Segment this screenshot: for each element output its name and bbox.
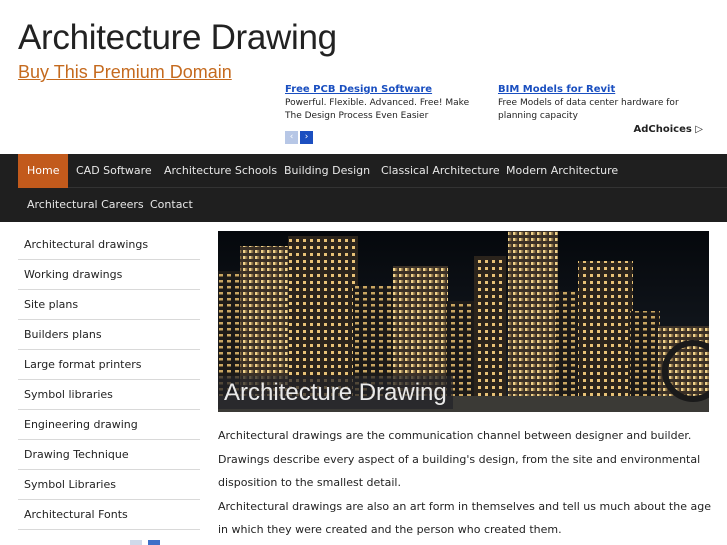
nav-item-building-design[interactable]: Building Design bbox=[275, 154, 379, 188]
sidebar-item-symbol-libraries-2[interactable]: Symbol Libraries bbox=[18, 470, 200, 500]
sidebar-item-builders-plans[interactable]: Builders plans bbox=[18, 320, 200, 350]
hero-caption: Architecture Drawing bbox=[218, 376, 453, 409]
article-body: Architectural drawings are the communica… bbox=[218, 424, 713, 542]
ad-unit: BIM Models for Revit Free Models of data… bbox=[498, 83, 712, 122]
chevron-right-icon[interactable]: › bbox=[300, 131, 313, 144]
ad-unit: Free PCB Design Software Powerful. Flexi… bbox=[285, 83, 485, 122]
nav-item-modern-architecture[interactable]: Modern Architecture bbox=[497, 154, 627, 188]
sidebar-item-architectural-fonts[interactable]: Architectural Fonts bbox=[18, 500, 200, 530]
sidebar-item-symbol-libraries[interactable]: Symbol libraries bbox=[18, 380, 200, 410]
adchoices-label: AdChoices bbox=[633, 124, 692, 135]
nav-item-classical-architecture[interactable]: Classical Architecture bbox=[372, 154, 509, 188]
sidebar-item-working-drawings[interactable]: Working drawings bbox=[18, 260, 200, 290]
adchoices-icon: ▷ bbox=[695, 124, 703, 135]
ad-title-link[interactable]: Free PCB Design Software bbox=[285, 83, 485, 96]
sidebar-ad-icon bbox=[130, 540, 142, 545]
article-paragraph: Architectural drawings are the communica… bbox=[218, 429, 701, 489]
adchoices-link[interactable]: AdChoices ▷ bbox=[633, 124, 703, 135]
sidebar-item-site-plans[interactable]: Site plans bbox=[18, 290, 200, 320]
sidebar-item-large-format-printers[interactable]: Large format printers bbox=[18, 350, 200, 380]
ad-description: Free Models of data center hardware for … bbox=[498, 98, 679, 121]
sidebar-menu: Architectural drawings Working drawings … bbox=[18, 230, 200, 530]
nav-item-cad-software[interactable]: CAD Software bbox=[67, 154, 161, 188]
sidebar-ad-strip bbox=[18, 538, 200, 545]
site-title[interactable]: Architecture Drawing bbox=[18, 18, 337, 58]
nav-item-contact[interactable]: Contact bbox=[141, 188, 202, 222]
nav-item-architectural-careers[interactable]: Architectural Careers bbox=[18, 188, 153, 222]
ad-title-link[interactable]: BIM Models for Revit bbox=[498, 83, 712, 96]
sidebar-item-engineering-drawing[interactable]: Engineering drawing bbox=[18, 410, 200, 440]
sidebar-item-architectural-drawings[interactable]: Architectural drawings bbox=[18, 230, 200, 260]
article-paragraph: Architectural drawings are also an art f… bbox=[218, 499, 711, 537]
buy-domain-link[interactable]: Buy This Premium Domain bbox=[18, 62, 232, 83]
ad-description: Powerful. Flexible. Advanced. Free! Make… bbox=[285, 98, 470, 121]
sidebar-item-drawing-technique[interactable]: Drawing Technique bbox=[18, 440, 200, 470]
ad-block: Free PCB Design Software Powerful. Flexi… bbox=[285, 83, 715, 144]
sidebar-ad-icon bbox=[148, 540, 160, 545]
hero-image: Architecture Drawing bbox=[218, 231, 709, 412]
chevron-left-icon[interactable]: ‹ bbox=[285, 131, 298, 144]
ad-pagination: ‹ › bbox=[285, 124, 315, 144]
nav-item-architecture-schools[interactable]: Architecture Schools bbox=[155, 154, 286, 188]
nav-item-home[interactable]: Home bbox=[18, 154, 69, 188]
